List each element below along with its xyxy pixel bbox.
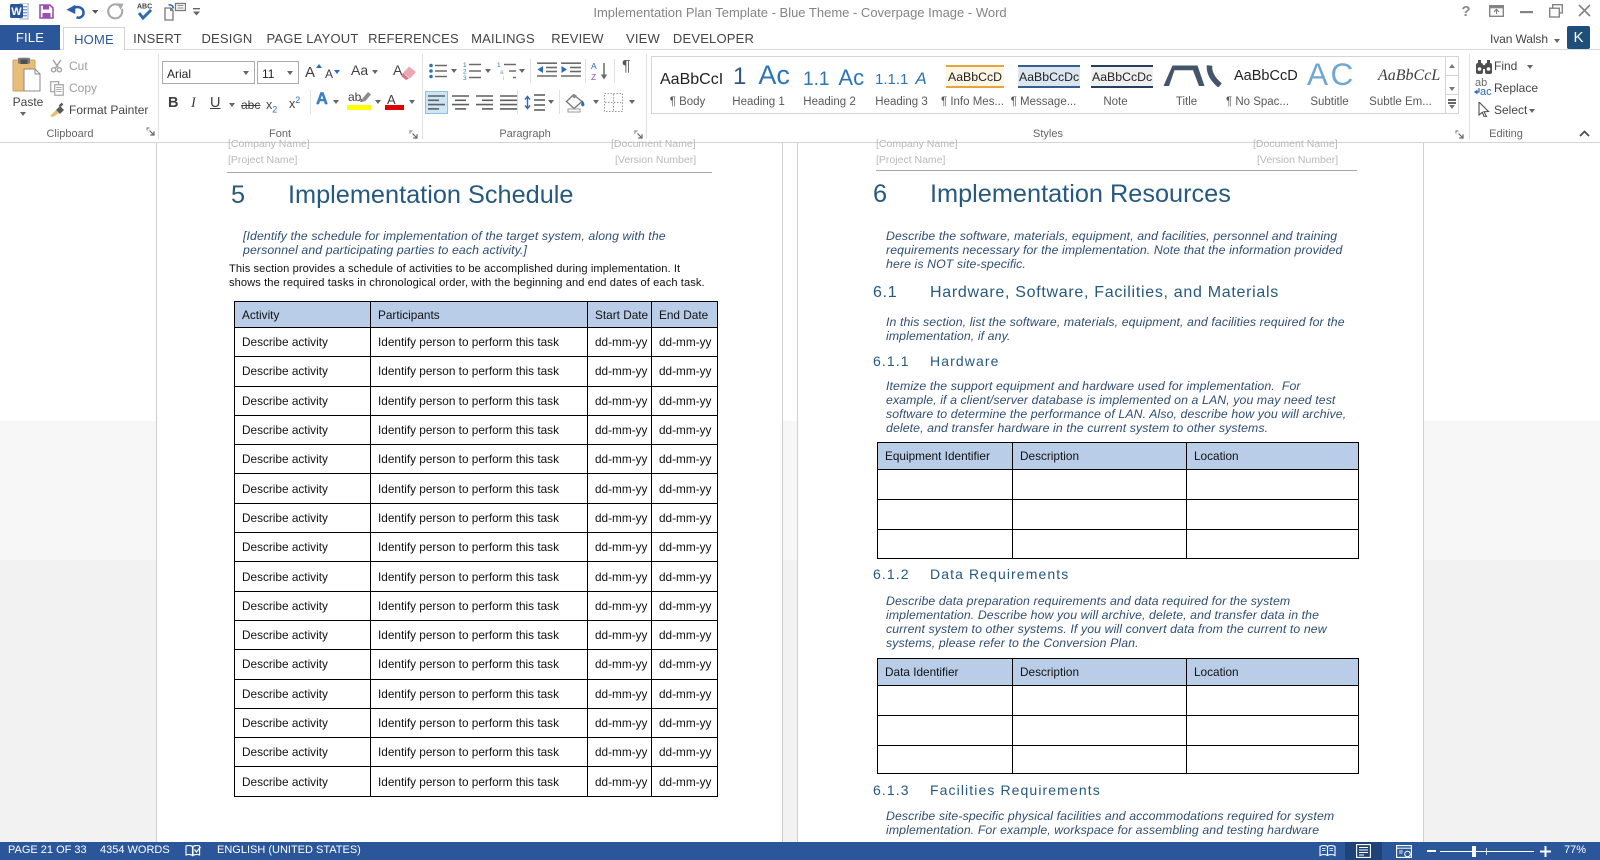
svg-text:Z: Z (591, 72, 596, 81)
svg-text:i: i (503, 76, 504, 81)
svg-text:A: A (591, 61, 597, 71)
svg-text:W: W (11, 6, 22, 18)
svg-text:3: 3 (463, 75, 467, 80)
svg-text:1: 1 (497, 62, 501, 69)
